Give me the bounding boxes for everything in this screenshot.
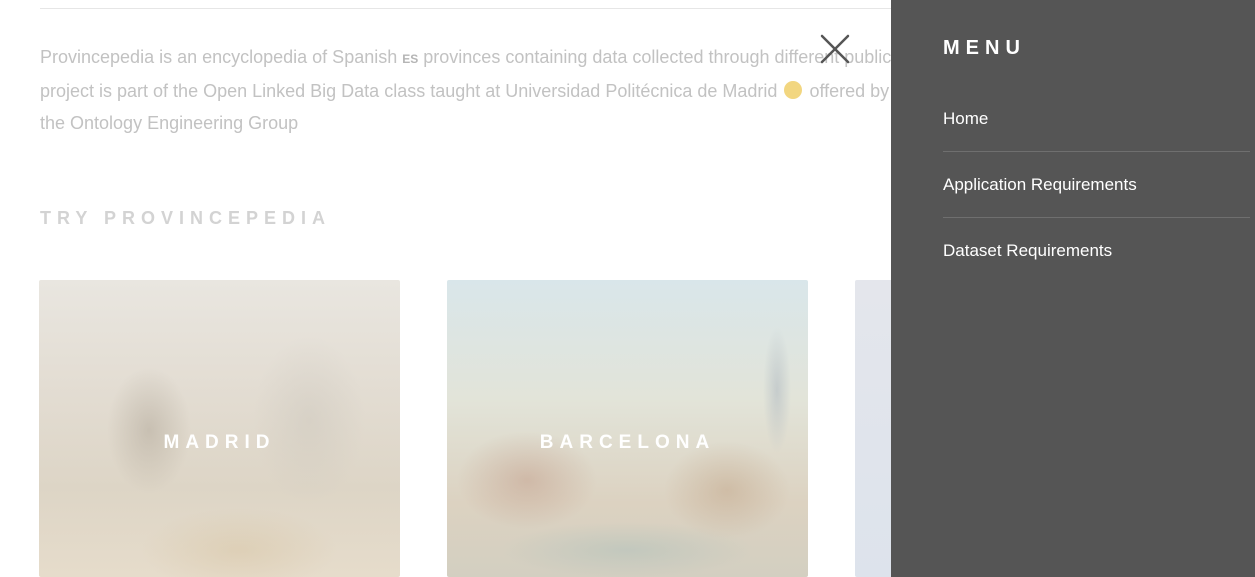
card-label: MADRID bbox=[163, 432, 276, 453]
city-card-barcelona[interactable]: BARCELONA bbox=[447, 280, 808, 577]
intro-line-3: the Ontology Engineering Group bbox=[40, 107, 1040, 139]
menu-item-dataset-requirements[interactable]: Dataset Requirements bbox=[943, 218, 1250, 283]
sun-emoji-icon bbox=[784, 81, 803, 99]
menu-list: Home Application Requirements Dataset Re… bbox=[943, 86, 1250, 283]
card-label: BARCELONA bbox=[539, 432, 716, 453]
spain-flag-code: ES bbox=[402, 52, 419, 66]
divider bbox=[40, 8, 940, 9]
side-menu: MENU Home Application Requirements Datas… bbox=[891, 0, 1255, 577]
intro-text: project is part of the Open Linked Big D… bbox=[40, 81, 778, 101]
city-card-madrid[interactable]: MADRID bbox=[39, 280, 400, 577]
intro-text: Provincepedia is an encyclopedia of Span… bbox=[40, 47, 398, 67]
card-image bbox=[39, 280, 400, 577]
intro-text: the Ontology Engineering Group bbox=[40, 113, 299, 133]
close-menu-button[interactable] bbox=[816, 30, 854, 68]
menu-item-application-requirements[interactable]: Application Requirements bbox=[943, 152, 1250, 218]
menu-item-home[interactable]: Home bbox=[943, 86, 1250, 152]
card-image bbox=[447, 280, 808, 577]
page: Provincepedia is an encyclopedia of Span… bbox=[0, 0, 1255, 577]
intro-line-2: project is part of the Open Linked Big D… bbox=[40, 75, 1040, 107]
intro-paragraph: Provincepedia is an encyclopedia of Span… bbox=[40, 41, 1040, 139]
menu-title: MENU bbox=[943, 37, 1026, 59]
close-icon bbox=[820, 34, 850, 64]
section-title: TRY PROVINCEPEDIA bbox=[40, 208, 332, 228]
city-card-partial[interactable] bbox=[855, 280, 895, 577]
intro-text: provinces containing data collected thro… bbox=[423, 47, 949, 67]
intro-line-1: Provincepedia is an encyclopedia of Span… bbox=[40, 41, 1040, 75]
